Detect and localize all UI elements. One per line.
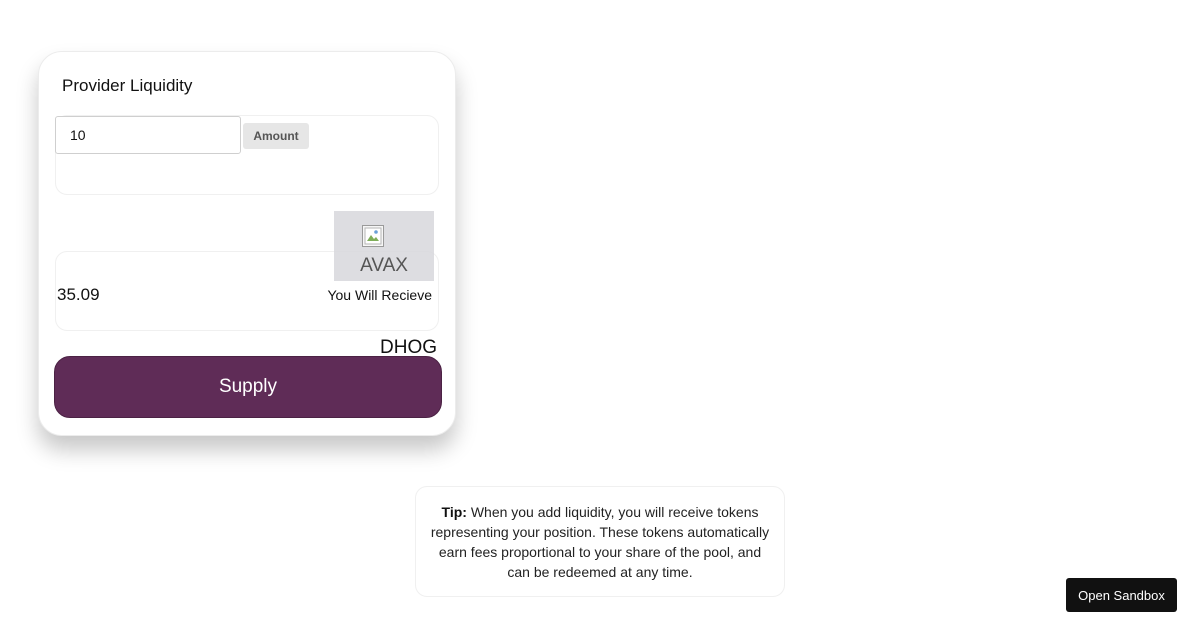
liquidity-card: Provider Liquidity Amount AVAX 35.09 You…	[38, 51, 456, 436]
tip-text: When you add liquidity, you will receive…	[430, 504, 770, 580]
card-title: Provider Liquidity	[62, 76, 193, 95]
receive-label: You Will Recieve	[327, 287, 432, 303]
tip-box: Tip: When you add liquidity, you will re…	[415, 486, 785, 597]
broken-image-icon	[362, 225, 384, 247]
token-select-button[interactable]: AVAX	[334, 211, 434, 281]
supply-button[interactable]: Supply	[54, 356, 442, 418]
tip-prefix: Tip:	[441, 504, 467, 520]
amount-badge: Amount	[243, 123, 309, 149]
input-token-symbol: AVAX	[360, 255, 408, 276]
open-sandbox-button[interactable]: Open Sandbox	[1066, 578, 1177, 612]
output-value: 35.09	[57, 285, 100, 304]
amount-input[interactable]	[55, 116, 241, 154]
